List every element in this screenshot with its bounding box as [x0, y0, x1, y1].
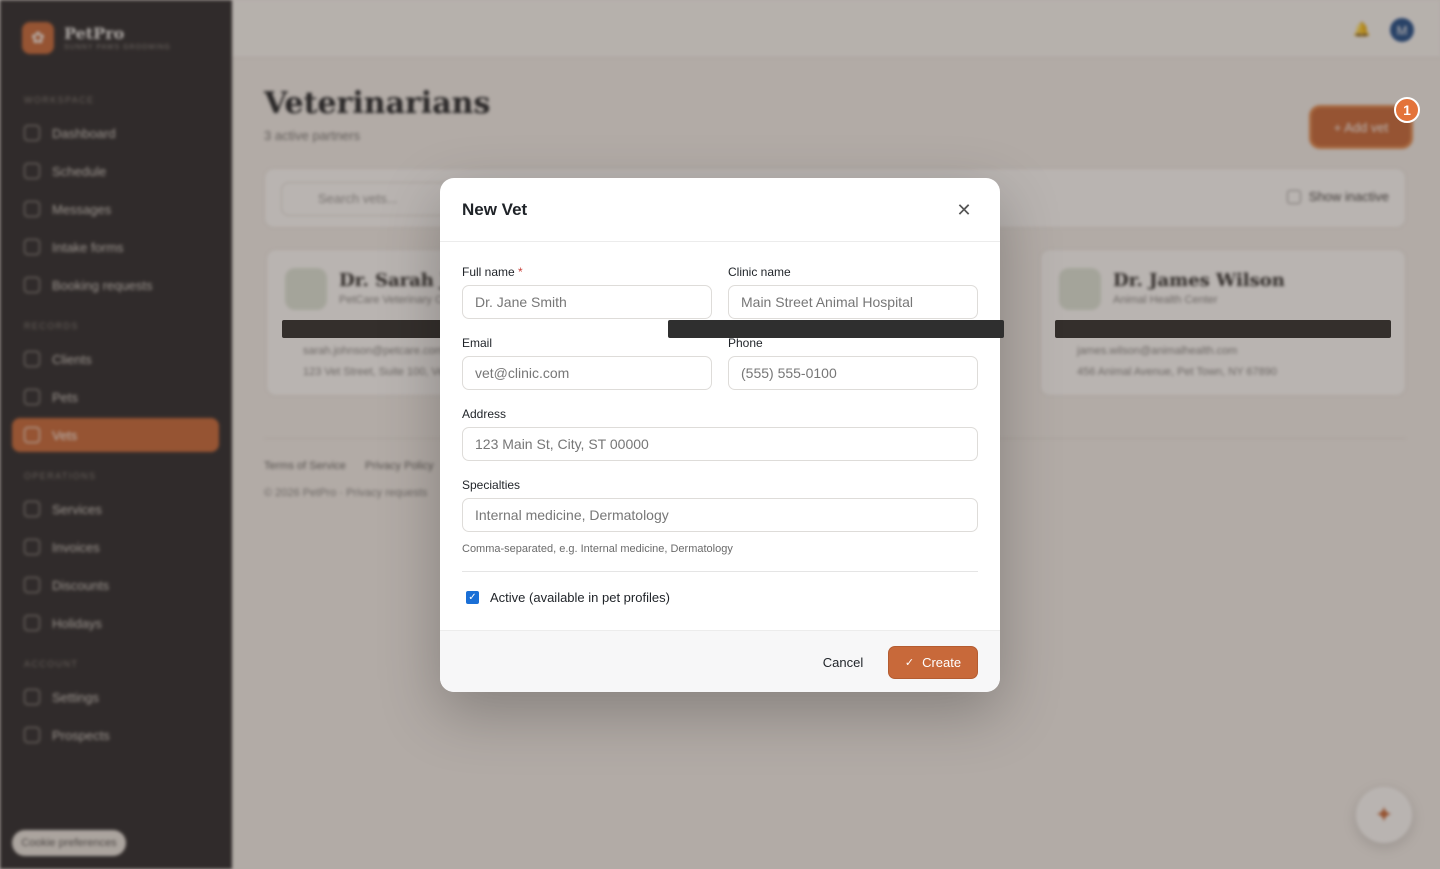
modal-title: New Vet	[462, 200, 528, 219]
clinic-name-label: Clinic name	[728, 265, 791, 279]
clinic-name-field[interactable]: Main Street Animal Hospital	[728, 285, 978, 319]
active-toggle[interactable]: ✓ Active (available in pet profiles)	[466, 590, 670, 605]
phone-label: Phone	[728, 336, 763, 350]
redaction-bar	[668, 320, 1004, 338]
close-icon[interactable]: ✕	[952, 198, 976, 222]
create-button[interactable]: ✓ Create	[888, 646, 978, 679]
email-label: Email	[462, 336, 493, 350]
specialties-hint: Comma-separated, e.g. Internal medicine,…	[462, 543, 733, 555]
specialties-field[interactable]: Internal medicine, Dermatology	[462, 498, 978, 532]
full-name-label: Full name *	[462, 265, 523, 279]
full-name-field[interactable]: Dr. Jane Smith	[462, 285, 712, 319]
specialties-label: Specialties	[462, 478, 521, 492]
address-label: Address	[462, 407, 507, 421]
divider	[462, 571, 978, 572]
create-button-label: Create	[922, 655, 962, 670]
step-badge: 1	[1394, 97, 1420, 123]
phone-field[interactable]: (555) 555-0100	[728, 356, 978, 390]
check-icon: ✓	[904, 657, 915, 669]
email-field[interactable]: vet@clinic.com	[462, 356, 712, 390]
new-vet-modal: New Vet ✕ Full name * Dr. Jane Smith Cli…	[440, 178, 1000, 692]
active-label: Active (available in pet profiles)	[490, 590, 670, 605]
address-field[interactable]: 123 Main St, City, ST 00000	[462, 427, 978, 461]
modal-header: New Vet ✕	[440, 178, 1000, 242]
cancel-button[interactable]: Cancel	[812, 646, 874, 678]
active-checkbox[interactable]: ✓	[466, 591, 479, 604]
required-mark: *	[518, 265, 523, 279]
modal-footer: Cancel ✓ Create	[440, 630, 1000, 692]
